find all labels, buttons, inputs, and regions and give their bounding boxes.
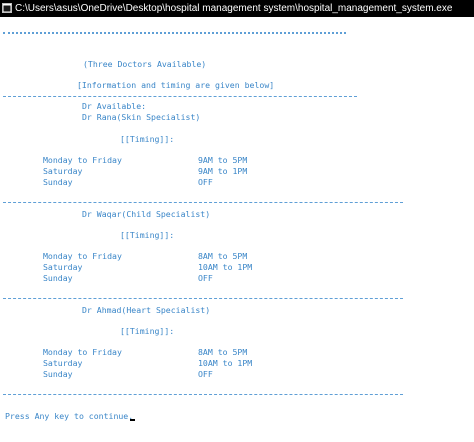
schedule-time: OFF	[198, 177, 213, 187]
separator-line	[3, 96, 357, 97]
schedule-time: OFF	[198, 273, 213, 283]
separator-line	[3, 32, 346, 34]
timing-label: [[Timing]]:	[120, 230, 175, 240]
schedule-day: Monday to Friday	[43, 251, 122, 261]
console-output: (Three Doctors Available) [Information a…	[0, 17, 474, 442]
console-app-icon	[2, 3, 12, 13]
doctors-available-header: (Three Doctors Available)	[83, 59, 207, 69]
continue-prompt: Press Any key to continue.	[5, 411, 134, 421]
schedule-time: 8AM to 5PM	[198, 347, 248, 357]
schedule-day: Monday to Friday	[43, 155, 122, 165]
timing-label: [[Timing]]:	[120, 134, 175, 144]
separator-line	[3, 394, 403, 395]
schedule-time: 10AM to 1PM	[198, 358, 253, 368]
schedule-time: 9AM to 1PM	[198, 166, 248, 176]
timing-label: [[Timing]]:	[120, 326, 175, 336]
schedule-time: 8AM to 5PM	[198, 251, 248, 261]
schedule-day: Sunday	[43, 369, 73, 379]
schedule-day: Sunday	[43, 273, 73, 283]
info-message: [Information and timing are given below]	[77, 80, 275, 90]
doctor-name: Dr Ahmad(Heart Specialist)	[82, 305, 211, 315]
schedule-time: 10AM to 1PM	[198, 262, 253, 272]
schedule-day: Saturday	[43, 262, 83, 272]
text-cursor	[130, 419, 135, 421]
window-title: C:\Users\asus\OneDrive\Desktop\hospital …	[15, 3, 453, 14]
doctor-name: Dr Waqar(Child Specialist)	[82, 209, 211, 219]
doctor-available-label: Dr Available:	[82, 101, 147, 111]
separator-line	[3, 202, 403, 203]
window-titlebar[interactable]: C:\Users\asus\OneDrive\Desktop\hospital …	[0, 0, 474, 17]
schedule-day: Sunday	[43, 177, 73, 187]
schedule-day: Saturday	[43, 166, 83, 176]
schedule-day: Saturday	[43, 358, 83, 368]
doctor-name: Dr Rana(Skin Specialist)	[82, 112, 201, 122]
schedule-time: OFF	[198, 369, 213, 379]
schedule-day: Monday to Friday	[43, 347, 122, 357]
separator-line	[3, 298, 403, 299]
schedule-time: 9AM to 5PM	[198, 155, 248, 165]
